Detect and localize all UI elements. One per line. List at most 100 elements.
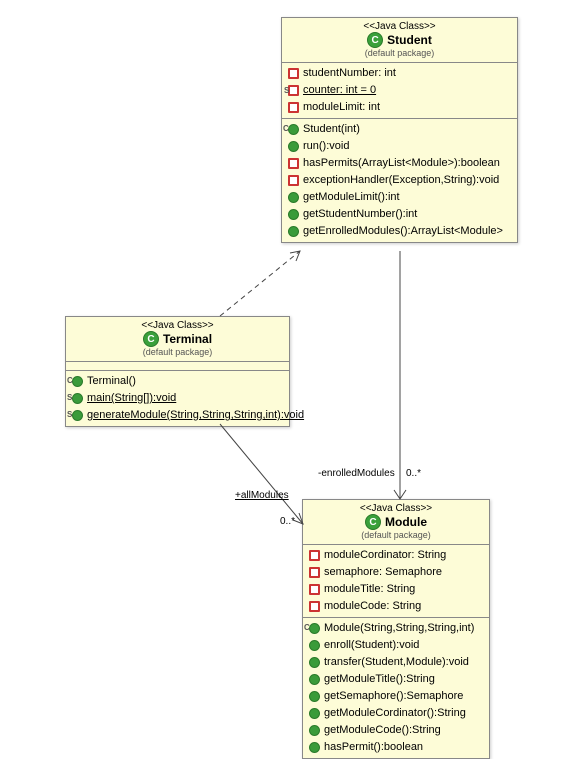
- private-icon: [309, 550, 320, 561]
- op-text: getSemaphore():Semaphore: [324, 689, 463, 704]
- class-header: <<Java Class>> C Module (default package…: [303, 500, 489, 545]
- attributes: moduleCordinator: String semaphore: Sema…: [303, 545, 489, 618]
- public-icon: [288, 226, 299, 237]
- op: getEnrolledModules():ArrayList<Module>: [282, 223, 517, 240]
- class-name: Terminal: [163, 332, 212, 346]
- private-icon: [288, 175, 299, 186]
- attr-text: semaphore: Semaphore: [324, 565, 442, 580]
- assoc-label-all: +allModules: [235, 490, 289, 501]
- package: (default package): [74, 347, 281, 357]
- op-text: hasPermits(ArrayList<Module>):boolean: [303, 156, 500, 171]
- private-icon: [288, 102, 299, 113]
- class-icon: C: [367, 32, 383, 48]
- attr: semaphore: Semaphore: [303, 564, 489, 581]
- class-header: <<Java Class>> C Terminal (default packa…: [66, 317, 289, 362]
- attr-text: moduleCode: String: [324, 599, 421, 614]
- op-text: transfer(Student,Module):void: [324, 655, 469, 670]
- attr-text: moduleLimit: int: [303, 100, 380, 115]
- class-terminal: <<Java Class>> C Terminal (default packa…: [65, 316, 290, 427]
- class-name-row: C Module: [311, 514, 481, 530]
- op-text: Module(String,String,String,int): [324, 621, 474, 636]
- stereotype: <<Java Class>>: [311, 503, 481, 514]
- public-icon: [309, 742, 320, 753]
- op-text: getModuleLimit():int: [303, 190, 400, 205]
- public-icon: [309, 708, 320, 719]
- class-icon: C: [365, 514, 381, 530]
- public-icon: [309, 725, 320, 736]
- attr: moduleCordinator: String: [303, 547, 489, 564]
- constructor-icon: C: [288, 124, 299, 135]
- attr: Scounter: int = 0: [282, 82, 517, 99]
- public-icon: [288, 141, 299, 152]
- op-text: Student(int): [303, 122, 360, 137]
- class-icon: C: [143, 331, 159, 347]
- op: getModuleCode():String: [303, 722, 489, 739]
- constructor-icon: C: [72, 376, 83, 387]
- op: getStudentNumber():int: [282, 206, 517, 223]
- private-icon: [309, 601, 320, 612]
- op-text: getStudentNumber():int: [303, 207, 417, 222]
- op-text: run():void: [303, 139, 349, 154]
- operations: C Student(int) run():void hasPermits(Arra…: [282, 119, 517, 242]
- operations: C Terminal() Smain(String[]):void Sgenera…: [66, 371, 289, 426]
- op-text: getModuleCode():String: [324, 723, 441, 738]
- attributes: studentNumber: int Scounter: int = 0 mod…: [282, 63, 517, 119]
- private-icon: [309, 584, 320, 595]
- private-icon: [288, 158, 299, 169]
- attr-text: counter: int = 0: [303, 83, 376, 98]
- op-text: getEnrolledModules():ArrayList<Module>: [303, 224, 503, 239]
- package: (default package): [290, 48, 509, 58]
- op-text: generateModule(String,String,String,int)…: [87, 408, 304, 423]
- op: transfer(Student,Module):void: [303, 654, 489, 671]
- op: run():void: [282, 138, 517, 155]
- stereotype: <<Java Class>>: [290, 21, 509, 32]
- attr-text: studentNumber: int: [303, 66, 396, 81]
- operations: CModule(String,String,String,int) enroll…: [303, 618, 489, 758]
- op: getModuleCordinator():String: [303, 705, 489, 722]
- class-name-row: C Terminal: [74, 331, 281, 347]
- op: C Student(int): [282, 121, 517, 138]
- class-student: <<Java Class>> C Student (default packag…: [281, 17, 518, 243]
- public-icon: [309, 640, 320, 651]
- private-icon: S: [288, 85, 299, 96]
- op-text: getModuleTitle():String: [324, 672, 435, 687]
- class-header: <<Java Class>> C Student (default packag…: [282, 18, 517, 63]
- assoc-label-enrolled: -enrolledModules: [318, 468, 395, 479]
- stereotype: <<Java Class>>: [74, 320, 281, 331]
- op: exceptionHandler(Exception,String):void: [282, 172, 517, 189]
- op-text: Terminal(): [87, 374, 136, 389]
- op-text: exceptionHandler(Exception,String):void: [303, 173, 499, 188]
- op: enroll(Student):void: [303, 637, 489, 654]
- attr: moduleLimit: int: [282, 99, 517, 116]
- class-name-row: C Student: [290, 32, 509, 48]
- public-icon: [309, 674, 320, 685]
- public-icon: [309, 691, 320, 702]
- op-text: main(String[]):void: [87, 391, 176, 406]
- assoc-mult-enrolled: 0..*: [406, 468, 421, 479]
- public-icon: [288, 192, 299, 203]
- op-text: getModuleCordinator():String: [324, 706, 466, 721]
- attributes-empty: [66, 362, 289, 371]
- op: SgenerateModule(String,String,String,int…: [66, 407, 289, 424]
- op: getModuleTitle():String: [303, 671, 489, 688]
- attr-text: moduleCordinator: String: [324, 548, 446, 563]
- public-icon: S: [72, 410, 83, 421]
- class-name: Module: [385, 515, 427, 529]
- attr-text: moduleTitle: String: [324, 582, 415, 597]
- public-icon: [309, 657, 320, 668]
- attr: moduleCode: String: [303, 598, 489, 615]
- assoc-mult-all: 0..*: [280, 516, 295, 527]
- op-text: enroll(Student):void: [324, 638, 419, 653]
- private-icon: [288, 68, 299, 79]
- op: hasPermits(ArrayList<Module>):boolean: [282, 155, 517, 172]
- op-text: hasPermit():boolean: [324, 740, 423, 755]
- class-module: <<Java Class>> C Module (default package…: [302, 499, 490, 759]
- op: C Terminal(): [66, 373, 289, 390]
- private-icon: [309, 567, 320, 578]
- attr: moduleTitle: String: [303, 581, 489, 598]
- public-icon: S: [72, 393, 83, 404]
- op: Smain(String[]):void: [66, 390, 289, 407]
- class-name: Student: [387, 33, 432, 47]
- op: getSemaphore():Semaphore: [303, 688, 489, 705]
- op: getModuleLimit():int: [282, 189, 517, 206]
